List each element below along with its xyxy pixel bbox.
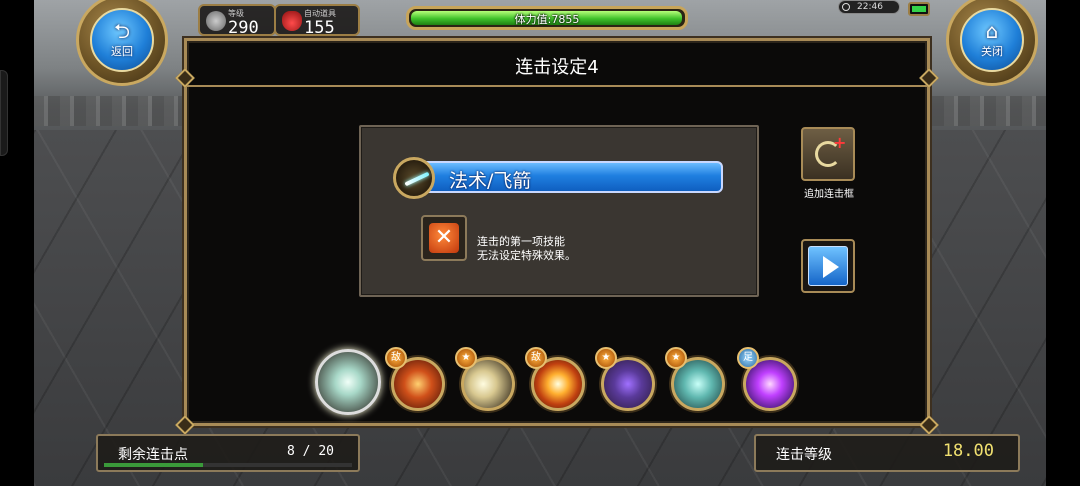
special-effect-note: ✕ 连击的第一项技能 无法设定特殊效果。 (421, 215, 721, 265)
close-button-face: ⌂ 关闭 (960, 8, 1024, 72)
add-combo-frame-label: 追加连击框 (804, 189, 854, 200)
dialog-titlebar: 连击设定4 (187, 41, 927, 87)
return-arrow-icon: ⮌ (113, 19, 131, 43)
note-line-2: 无法设定特殊效果。 (477, 249, 576, 262)
stamina-bar: 体力值:7855 (406, 6, 688, 30)
level-display: 等级 290 (198, 4, 276, 38)
screen-edge-handle (0, 70, 8, 156)
level-value: 290 (228, 18, 259, 38)
add-combo-frame-button[interactable]: + (801, 127, 855, 181)
combo-level-display: 连击等级 18.00 (754, 434, 1020, 472)
star-badge-icon: ★ (595, 347, 617, 369)
disabled-x-icon: ✕ (429, 223, 459, 253)
plus-icon: + (833, 133, 847, 152)
play-icon (823, 256, 839, 278)
potion-icon (282, 11, 302, 31)
auto-item-value: 155 (304, 18, 335, 38)
enemy-badge-icon: 敌 (385, 347, 407, 369)
remaining-points-bar (104, 463, 352, 467)
selected-skill-name: 法术/飞箭 (449, 170, 532, 192)
skill-selector-row: 敌 ★ 敌 ★ ★ 足 (311, 347, 811, 417)
remaining-combo-points: 剩余连击点 8 / 20 (96, 434, 360, 472)
clock-icon (842, 3, 850, 11)
clock-time: 22:46 (857, 2, 883, 12)
combo-level-label: 连击等级 (776, 447, 832, 463)
combo-slot-panel: 法术/飞箭 ✕ 连击的第一项技能 无法设定特殊效果。 (359, 125, 759, 297)
star-badge-icon: ★ (455, 347, 477, 369)
remaining-points-value: 8 / 20 (287, 444, 334, 459)
stamina-text: 体力值:7855 (514, 13, 580, 26)
foot-badge-icon: 足 (737, 347, 759, 369)
auto-item-display[interactable]: 自动道具 155 (274, 4, 360, 38)
close-button-label: 关闭 (981, 45, 1003, 58)
clock-display: 22:46 (838, 0, 900, 14)
combo-level-value: 18.00 (942, 441, 994, 461)
arrow-skill-icon (393, 157, 435, 199)
enemy-badge-icon: 敌 (525, 347, 547, 369)
battery-icon (908, 2, 930, 16)
star-badge-icon: ★ (665, 347, 687, 369)
home-icon: ⌂ (985, 19, 999, 43)
back-button-label: 返回 (111, 45, 133, 58)
play-button[interactable] (801, 239, 855, 293)
arrow-skill-icon[interactable] (315, 349, 381, 415)
special-effect-slot[interactable]: ✕ (421, 215, 467, 261)
selected-skill-bar[interactable]: 法术/飞箭 (413, 161, 723, 193)
selected-skill-row[interactable]: 法术/飞箭 (393, 157, 723, 199)
back-button-face: ⮌ 返回 (90, 8, 154, 72)
level-icon (206, 11, 226, 31)
dialog-title: 连击设定4 (515, 57, 599, 78)
combo-settings-dialog: 连击设定4 法术/飞箭 ✕ 连击的第一项技能 无法设定特殊效果。 + 追加连击框… (175, 38, 939, 435)
remaining-points-label: 剩余连击点 (118, 447, 188, 463)
